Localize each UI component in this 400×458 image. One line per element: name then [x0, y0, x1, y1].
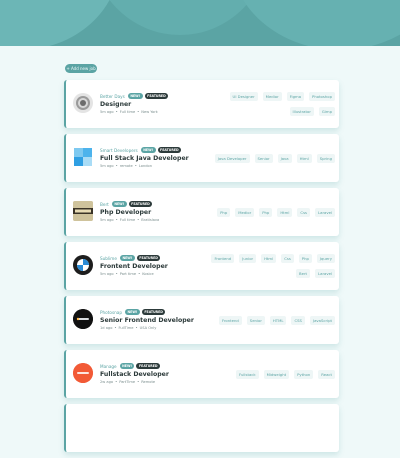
job-location: London	[138, 164, 152, 168]
tag[interactable]: Photoshop	[309, 92, 335, 101]
tag[interactable]: Midweight	[263, 369, 290, 379]
tag[interactable]: Laravel	[315, 207, 335, 217]
contract-type: PartTime	[119, 380, 136, 384]
company-name: Photosnap	[100, 309, 123, 315]
featured-badge: FEATURED	[157, 147, 182, 153]
tag-list: UI Designer Medior Figma Photoshop Illus…	[217, 80, 335, 128]
posted-at: 5m ago	[100, 272, 114, 276]
tag-list: Java Developer Senior Java Html Spring	[195, 134, 335, 182]
tag-list: Fullstack Midweight Python React	[175, 350, 335, 398]
tag[interactable]: Css	[281, 254, 294, 263]
manage-logo-icon	[73, 363, 93, 383]
header-decoration	[0, 0, 120, 46]
posted-at: 5m ago	[100, 110, 114, 114]
job-position[interactable]: Frontent Developer	[100, 263, 210, 270]
tag[interactable]: React	[318, 369, 335, 379]
tag[interactable]: JavaScript	[309, 315, 335, 325]
blue-windows-logo-icon	[73, 147, 93, 167]
tag[interactable]: Php	[259, 207, 273, 217]
new-badge: NEW!	[140, 147, 156, 153]
job-card[interactable]: Sublime NEW! FEATURED Frontent Developer…	[64, 242, 339, 290]
featured-badge: FEATURED	[128, 201, 153, 207]
tag[interactable]: Python	[294, 369, 314, 379]
tag[interactable]: Junior	[239, 254, 257, 263]
tag[interactable]: Html	[277, 207, 293, 217]
company-name: Smart Developers	[100, 147, 138, 153]
featured-badge: FEATURED	[136, 255, 161, 261]
tag[interactable]: Spring	[316, 153, 335, 163]
tag[interactable]: Senior	[254, 153, 273, 163]
job-card[interactable]: Bert NEW! FEATURED Php Developer 5m ago •…	[64, 188, 339, 236]
header-decoration	[90, 0, 270, 35]
tag[interactable]: Html	[296, 153, 312, 163]
posted-at: 5m ago	[100, 218, 114, 222]
company-name: Sublime	[100, 255, 117, 261]
tag[interactable]: Php	[217, 207, 231, 217]
tag[interactable]: Fullstack	[235, 369, 259, 379]
bmw-logo-icon	[73, 255, 93, 275]
tag[interactable]: Jquery	[316, 254, 335, 263]
company-name: Manage	[100, 363, 117, 369]
contract-type: Part time	[119, 272, 137, 276]
photosnap-logo-icon	[73, 309, 93, 329]
new-badge: NEW!	[119, 255, 135, 261]
new-badge: NEW!	[119, 363, 135, 369]
tag[interactable]: Senior	[246, 315, 265, 325]
tag[interactable]: Laravel	[315, 269, 335, 278]
tag-list: Frontend Junior Html Css Php Jquery Bert…	[210, 242, 335, 290]
posted-at: 1d ago	[100, 326, 113, 330]
tag[interactable]: HTML	[269, 315, 287, 325]
job-card[interactable]	[64, 404, 339, 452]
contract-type: remote	[119, 164, 133, 168]
tag[interactable]: Html	[261, 254, 277, 263]
job-card[interactable]: Photosnap NEW! FEATURED Senior Frontend …	[64, 296, 339, 344]
job-position[interactable]: Full Stack Java Developer	[100, 155, 210, 162]
fendi-logo-icon	[73, 201, 93, 221]
tag[interactable]: CSS	[291, 315, 305, 325]
job-location: Kosice	[142, 272, 154, 276]
tag[interactable]: Frontend	[219, 315, 242, 325]
tag[interactable]: Illustrator	[289, 107, 314, 116]
contract-type: Full time	[119, 218, 136, 222]
job-position[interactable]: Designer	[100, 101, 210, 108]
featured-badge: FEATURED	[136, 363, 161, 369]
posted-at: 2w ago	[100, 380, 114, 384]
featured-badge: FEATURED	[141, 309, 166, 315]
job-position[interactable]: Php Developer	[100, 209, 210, 216]
header-banner	[0, 0, 400, 46]
tag[interactable]: Frontend	[211, 254, 235, 263]
company-name: Better Days	[100, 93, 125, 99]
tag[interactable]: Bert	[296, 269, 311, 278]
tag[interactable]: Medior	[262, 92, 282, 101]
new-badge: NEW!	[127, 93, 143, 99]
gray-badge-logo-icon	[73, 93, 93, 113]
job-location: New York	[141, 110, 158, 114]
posted-at: 5m ago	[100, 164, 114, 168]
job-location: USA Only	[139, 326, 157, 330]
new-badge: NEW!	[111, 201, 127, 207]
tag[interactable]: Java	[277, 153, 292, 163]
job-location: Remote	[141, 380, 156, 384]
contract-type: Full time	[119, 110, 136, 114]
tag[interactable]: Java Developer	[214, 153, 250, 163]
tag[interactable]: UI Designer	[229, 92, 258, 101]
tag-list: Frontend Senior HTML CSS JavaScript	[175, 296, 335, 344]
job-location: Bratislava	[141, 218, 160, 222]
featured-badge: FEATURED	[144, 93, 169, 99]
tag[interactable]: Medior	[235, 207, 255, 217]
company-name: Bert	[100, 201, 109, 207]
tag[interactable]: Gimp	[318, 107, 335, 116]
tag-list: Php Medior Php Html Css Laravel	[195, 188, 335, 236]
job-card[interactable]: Smart Developers NEW! FEATURED Full Stac…	[64, 134, 339, 182]
tag[interactable]: Php	[298, 254, 312, 263]
job-list: Better Days NEW! FEATURED Designer 5m ag…	[64, 80, 339, 458]
new-badge: NEW!	[125, 309, 140, 315]
job-card[interactable]: Better Days NEW! FEATURED Designer 5m ag…	[64, 80, 339, 128]
job-card[interactable]: Manage NEW! FEATURED Fullstack Developer…	[64, 350, 339, 398]
tag[interactable]: Css	[297, 207, 311, 217]
add-new-job-button[interactable]: + Add new job	[65, 64, 97, 73]
header-decoration	[230, 0, 400, 46]
tag[interactable]: Figma	[286, 92, 305, 101]
contract-type: FullTime	[118, 326, 134, 330]
